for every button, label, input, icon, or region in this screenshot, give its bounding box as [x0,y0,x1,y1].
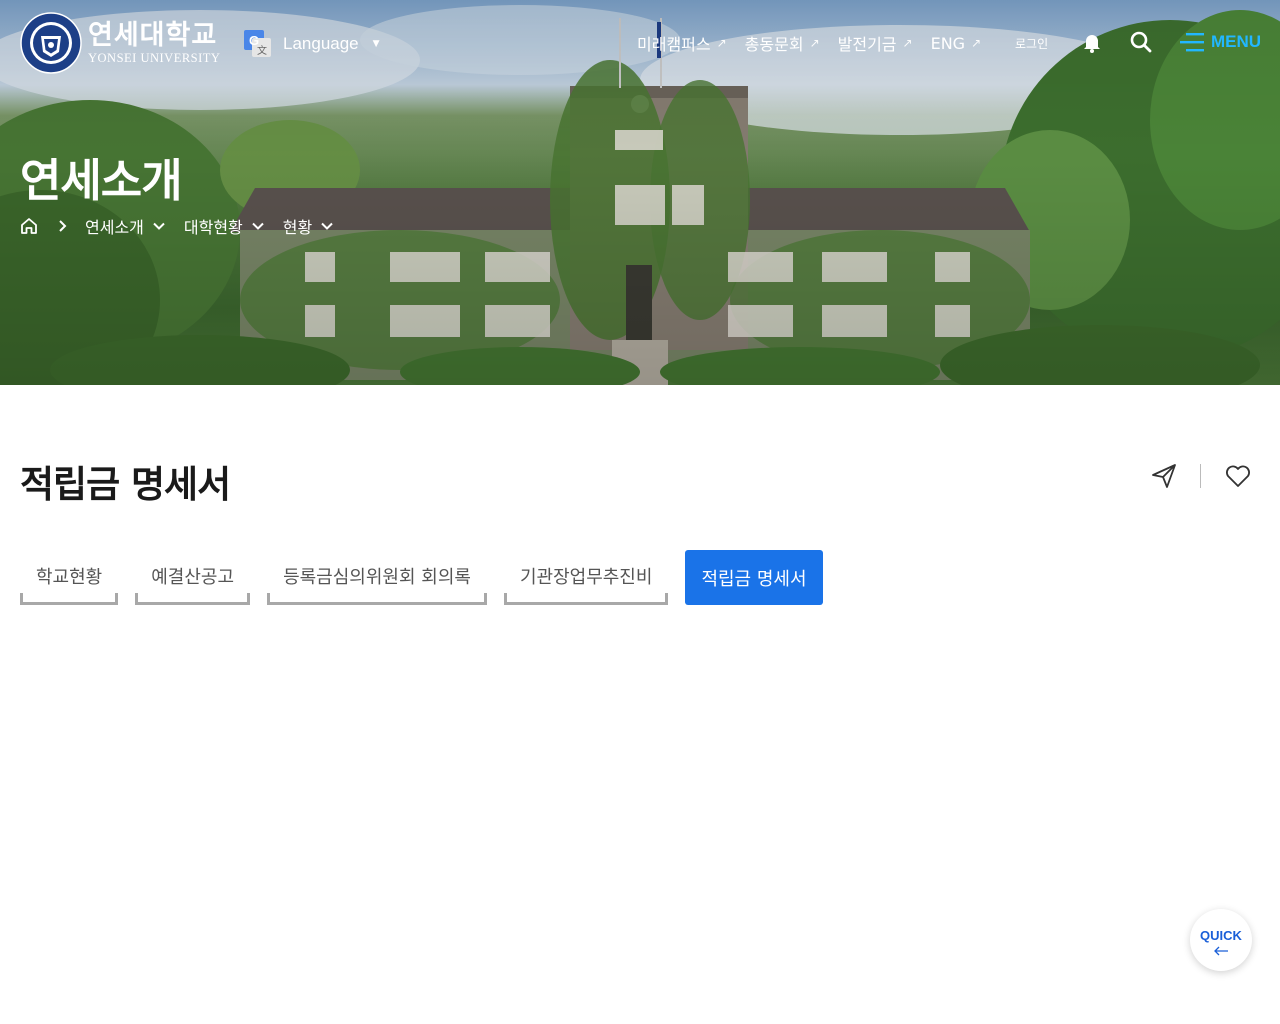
sub-navigation-tabs: 학교현황 예결산공고 등록금심의위원회 회의록 기관장업무추진비 적립금 명세서 [20,550,840,605]
hamburger-icon [1180,33,1204,52]
share-icon[interactable] [1150,462,1178,490]
search-icon[interactable] [1129,30,1153,54]
breadcrumb-label: 대학현황 [183,218,243,237]
bell-icon[interactable] [1080,30,1104,54]
external-link-icon: ↗ [716,36,727,50]
external-link-icon: ↗ [902,36,913,50]
nav-link-label: 발전기금 [837,35,897,54]
university-seal-icon [20,12,82,74]
chevron-down-icon [153,222,165,230]
tab-executive-expenses[interactable]: 기관장업무추진비 [503,550,669,605]
nav-link-label: 미래캠퍼스 [637,35,711,54]
tab-school-status[interactable]: 학교현황 [20,550,119,605]
external-link-icon: ↗ [809,36,820,50]
top-navigation: 미래캠퍼스 ↗ 총동문회 ↗ 발전기금 ↗ ENG ↗ [637,31,999,55]
breadcrumb-item-status[interactable]: 대학현황 [184,214,265,238]
hero-title: 연세소개 [20,154,183,207]
tab-reserve-fund-statement[interactable]: 적립금 명세서 [685,550,823,605]
logo-korean: 연세대학교 [88,20,218,51]
caret-down-icon: ▼ [372,38,380,49]
nav-link-fund[interactable]: 발전기금 ↗ [838,31,913,55]
translate-icon: G 文 [244,30,271,57]
breadcrumb-label: 연세소개 [85,218,144,237]
quick-label: QUICK [1200,927,1242,943]
logo-english: YONSEI UNIVERSITY [88,51,221,65]
menu-label: MENU [1211,32,1262,51]
tab-budget-notice[interactable]: 예결산공고 [135,550,251,605]
chevron-right-icon [59,220,67,232]
nav-link-label: 총동문회 [744,35,804,54]
site-header: 연세대학교 YONSEI UNIVERSITY G 文 Language ▼ 미… [0,0,1280,86]
breadcrumb-item-current[interactable]: 현황 [283,214,334,238]
home-icon[interactable] [19,216,39,236]
nav-link-label: ENG [930,33,966,53]
login-link[interactable]: 로그인 [1015,35,1048,52]
breadcrumb: 연세소개 대학현황 현황 [19,214,352,238]
breadcrumb-item-about[interactable]: 연세소개 [85,214,166,238]
nav-link-alumni[interactable]: 총동문회 ↗ [745,31,820,55]
tools-divider [1200,464,1201,488]
language-selector[interactable]: G 文 Language ▼ [244,30,380,57]
arrow-left-icon [1214,946,1228,955]
breadcrumb-label: 현황 [282,218,313,237]
language-label: Language [283,33,359,53]
quick-menu-button[interactable]: QUICK [1190,909,1252,971]
chevron-down-icon [252,222,264,230]
chevron-down-icon [321,222,333,230]
page-tools [1150,462,1252,490]
nav-link-future-campus[interactable]: 미래캠퍼스 ↗ [637,31,727,55]
logo-wordmark: 연세대학교 YONSEI UNIVERSITY [88,20,221,66]
nav-link-english[interactable]: ENG ↗ [931,34,982,53]
tab-tuition-committee-minutes[interactable]: 등록금심의위원회 회의록 [267,550,487,605]
menu-button[interactable]: MENU [1180,32,1261,52]
svg-text:文: 文 [257,44,267,57]
heart-icon[interactable] [1224,462,1252,490]
page-title: 적립금 명세서 [20,463,231,506]
university-logo[interactable]: 연세대학교 YONSEI UNIVERSITY [20,12,220,74]
external-link-icon: ↗ [971,36,982,50]
